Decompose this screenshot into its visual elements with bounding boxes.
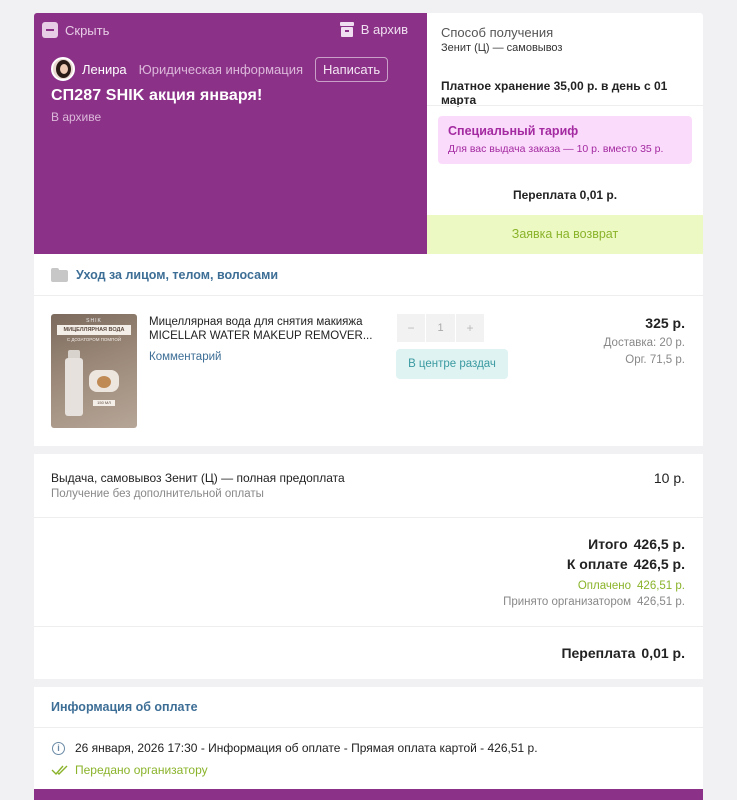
pickup-status-badge: В центре раздач xyxy=(396,349,508,379)
shipping-title: Выдача, самовывоз Зенит (Ц) — полная пре… xyxy=(51,471,345,485)
shipping-subtitle: Получение без дополнительной оплаты xyxy=(51,488,264,500)
overpay-line: Переплата 0,01 р. xyxy=(561,645,685,661)
delivery-method-label: Способ получения xyxy=(441,25,554,40)
to-pay-label: К оплате xyxy=(566,556,628,572)
total-value: 426,5 р. xyxy=(633,536,685,552)
archive-icon xyxy=(339,22,354,37)
special-tariff-box: Специальный тариф Для вас выдача заказа … xyxy=(438,116,692,164)
product-org-fee: Орг. 71,5 р. xyxy=(625,354,685,366)
write-button[interactable]: Написать xyxy=(315,56,389,82)
overpay-row: Переплата 0,01 р. xyxy=(34,627,703,679)
legal-info-link[interactable]: Юридическая информация xyxy=(139,62,303,77)
storage-fee-text: Платное хранение 35,00 р. в день с 01 ма… xyxy=(441,79,668,107)
category-label[interactable]: Уход за лицом, телом, волосами xyxy=(76,268,278,282)
totals-block: Итого 426,5 р. К оплате 426,5 р. Оплачен… xyxy=(34,518,703,627)
summary-section: Выдача, самовывоз Зенит (Ц) — полная пре… xyxy=(34,454,703,679)
comment-link[interactable]: Комментарий xyxy=(149,351,221,363)
delivery-method-value: Зенит (Ц) — самовывоз xyxy=(441,42,563,54)
hide-label: Скрыть xyxy=(65,22,110,38)
delivery-panel: Способ получения Зенит (Ц) — самовывоз П… xyxy=(427,13,703,254)
payment-status: Передано организатору xyxy=(75,763,208,777)
accepted-value: 426,51 р. xyxy=(637,596,685,608)
order-card: Скрыть В архив Ленира Юридическая информ… xyxy=(34,13,703,790)
divider xyxy=(427,105,703,106)
product-image[interactable]: SHIK МИЦЕЛЛЯРНАЯ ВОДА С ДОЗАТОРОМ ПОМПОЙ… xyxy=(51,314,137,428)
category-header: Уход за лицом, телом, волосами xyxy=(34,254,703,296)
avatar[interactable] xyxy=(51,57,75,81)
increment-button: + xyxy=(456,314,484,342)
product-name[interactable]: Мицеллярная вода для снятия макияжа MICE… xyxy=(149,315,379,343)
hide-button[interactable]: Скрыть xyxy=(42,22,109,38)
payment-entry: i 26 января, 2026 17:30 - Информация об … xyxy=(34,728,703,790)
shipping-price: 10 р. xyxy=(653,470,685,486)
product-row: SHIK МИЦЕЛЛЯРНАЯ ВОДА С ДОЗАТОРОМ ПОМПОЙ… xyxy=(34,296,703,446)
product-price: 325 р. xyxy=(645,315,685,331)
archive-label: В архив xyxy=(360,22,408,37)
double-check-icon xyxy=(51,765,68,776)
overpay-summary: Переплата 0,01 р. xyxy=(512,188,618,202)
order-status: В архиве xyxy=(51,110,102,124)
payment-info-heading: Информация об оплате xyxy=(34,687,703,728)
tariff-title: Специальный тариф xyxy=(448,124,579,138)
collapse-icon xyxy=(42,22,58,38)
product-delivery-fee: Доставка: 20 р. xyxy=(603,337,685,349)
payment-entry-text: 26 января, 2026 17:30 - Информация об оп… xyxy=(75,741,538,755)
overpay-label: Переплата xyxy=(561,645,636,661)
paid-label: Оплачено xyxy=(577,580,632,592)
total-line: Итого 426,5 р. xyxy=(588,536,685,552)
organizer-row: Ленира Юридическая информация Написать xyxy=(51,56,389,82)
accepted-line: Принято организатором 426,51 р. xyxy=(503,596,685,608)
to-pay-value: 426,5 р. xyxy=(633,556,685,572)
info-icon: i xyxy=(52,742,65,755)
order-header: Скрыть В архив Ленира Юридическая информ… xyxy=(34,13,703,254)
refund-request-button[interactable]: Заявка на возврат xyxy=(427,215,703,254)
to-pay-line: К оплате 426,5 р. xyxy=(567,556,685,572)
accepted-label: Принято организатором xyxy=(503,596,632,608)
organizer-name[interactable]: Ленира xyxy=(82,62,127,77)
archive-button[interactable]: В архив xyxy=(339,22,408,37)
tariff-text: Для вас выдача заказа — 10 р. вместо 35 … xyxy=(448,143,664,155)
quantity-value: 1 xyxy=(426,314,455,342)
paid-line: Оплачено 426,51 р. xyxy=(578,580,685,592)
order-header-main: Скрыть В архив Ленира Юридическая информ… xyxy=(34,13,427,254)
footer-bar xyxy=(34,789,703,800)
order-title[interactable]: СП287 SHIK акция января! xyxy=(51,87,262,105)
folder-icon xyxy=(51,267,68,282)
products-section: Уход за лицом, телом, волосами SHIK МИЦЕ… xyxy=(34,254,703,446)
paid-value: 426,51 р. xyxy=(637,580,685,592)
quantity-stepper: − 1 + xyxy=(397,314,484,342)
overpay-value: 0,01 р. xyxy=(641,645,685,661)
total-label: Итого xyxy=(588,536,628,552)
shipping-row: Выдача, самовывоз Зенит (Ц) — полная пре… xyxy=(34,454,703,518)
payment-info-section: Информация об оплате i 26 января, 2026 1… xyxy=(34,687,703,790)
decrement-button: − xyxy=(397,314,425,342)
